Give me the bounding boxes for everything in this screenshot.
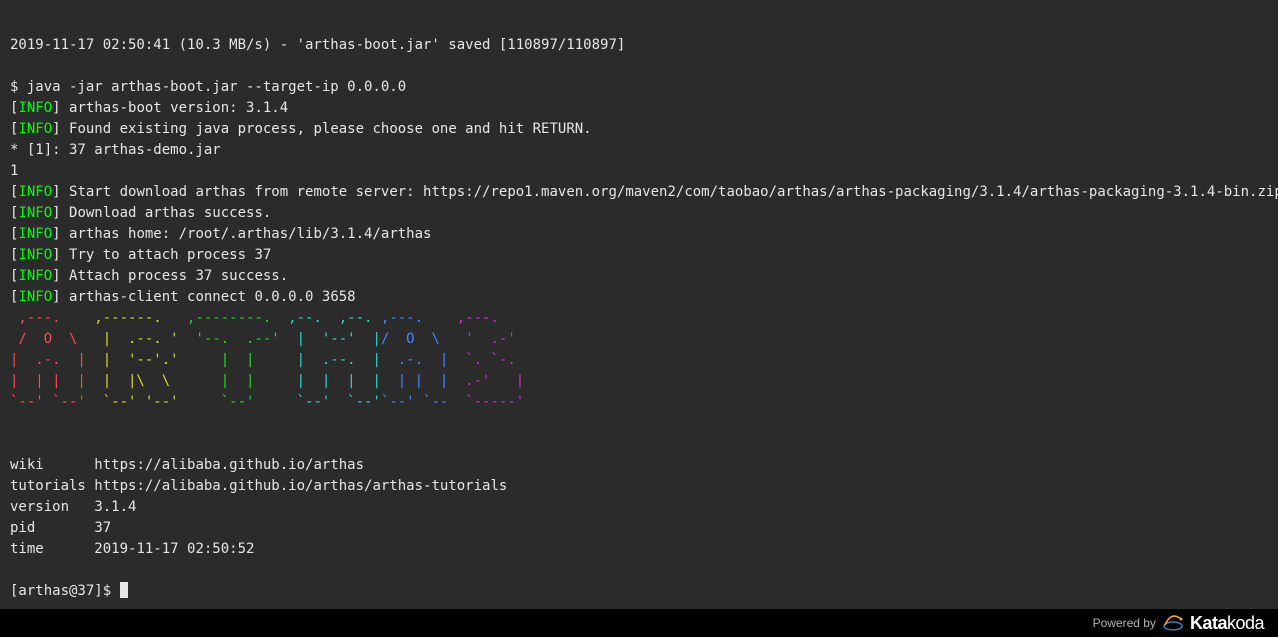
ascii-art-row-3: | .-. | | '--'.' | | | .--. | .-. | `. `…	[10, 352, 533, 368]
info-download-url: Start download arthas from remote server…	[61, 184, 1278, 200]
info-version: arthas-boot version: 3.1.4	[61, 100, 289, 116]
footer-bar: Powered by Katakoda	[0, 609, 1278, 637]
meta-pid: pid 37	[10, 520, 111, 536]
brand-logo[interactable]: Katakoda	[1190, 613, 1264, 634]
powered-by-label: Powered by	[1093, 616, 1156, 630]
meta-time: time 2019-11-17 02:50:52	[10, 541, 254, 557]
terminal-output[interactable]: 2019-11-17 02:50:41 (10.3 MB/s) - 'artha…	[0, 0, 1278, 602]
info-found-process: Found existing java process, please choo…	[61, 121, 592, 137]
meta-tutorials: tutorials https://alibaba.github.io/arth…	[10, 478, 507, 494]
katacoda-logo-icon	[1162, 613, 1184, 634]
command-line: $ java -jar arthas-boot.jar --target-ip …	[10, 79, 406, 95]
info-client-connect: arthas-client connect 0.0.0.0 3658	[61, 289, 356, 305]
ascii-art-row-1: ,---. ,------. ,--------. ,--. ,--. ,---…	[10, 310, 516, 326]
info-arthas-home: arthas home: /root/.arthas/lib/3.1.4/art…	[61, 226, 432, 242]
info-attach-success: Attach process 37 success.	[61, 268, 289, 284]
shell-prompt[interactable]: [arthas@37]$	[10, 583, 128, 599]
ascii-art-row-2: / O \ | .--. ' '--. .--' | '--' |/ O \ '…	[10, 331, 533, 347]
process-choice: * [1]: 37 arthas-demo.jar	[10, 142, 221, 158]
meta-wiki: wiki https://alibaba.github.io/arthas	[10, 457, 364, 473]
user-input-1: 1	[10, 163, 18, 179]
info-try-attach: Try to attach process 37	[61, 247, 272, 263]
cursor-icon	[120, 582, 128, 598]
ascii-art-row-4: | | | | | |\ \ | | | | | | | | | .-' |	[10, 373, 533, 389]
meta-version: version 3.1.4	[10, 499, 136, 515]
download-saved-line: 2019-11-17 02:50:41 (10.3 MB/s) - 'artha…	[10, 37, 625, 53]
info-download-success: Download arthas success.	[61, 205, 272, 221]
info-label: INFO	[18, 100, 52, 116]
info-bracket-close: ]	[52, 100, 60, 116]
ascii-art-row-5: `--' `--' `--' '--' `--' `--' `--'`--' `…	[10, 394, 533, 410]
